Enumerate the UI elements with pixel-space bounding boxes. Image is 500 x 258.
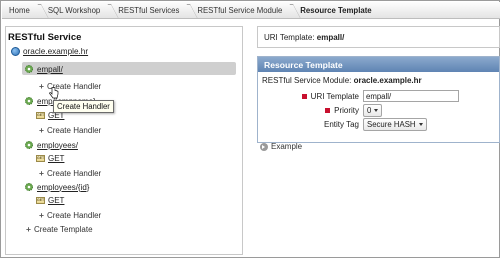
create-handler-label: Create Handler — [46, 168, 102, 178]
tree-handler-label: GET — [48, 154, 65, 163]
tree-root-label: oracle.example.hr — [23, 47, 89, 56]
tree-handler-label: GET — [48, 196, 65, 205]
module-row: RESTful Service Module: oracle.example.h… — [262, 76, 422, 85]
example-toggle[interactable]: Example — [260, 142, 302, 151]
create-handler-link[interactable]: + Create Handler — [39, 125, 101, 135]
hand-cursor-icon — [49, 87, 59, 99]
create-handler-link[interactable]: + Create Handler — [39, 210, 101, 220]
expand-icon — [260, 142, 268, 151]
window: Home SQL Workshop RESTful Services RESTf… — [0, 0, 500, 258]
plus-icon: + — [26, 224, 31, 234]
uri-template-row: URI Template empall/ — [262, 90, 459, 102]
breadcrumb-resource-template: Resource Template — [300, 5, 372, 15]
chevron-down-icon — [418, 123, 423, 126]
plus-icon: + — [39, 210, 44, 220]
tree-handler-get[interactable]: GET GET — [36, 154, 64, 163]
tree-root-module[interactable]: oracle.example.hr — [11, 47, 88, 56]
create-handler-label: Create Handler — [46, 210, 102, 220]
module-value: oracle.example.hr — [353, 76, 422, 85]
tree-handler-get[interactable]: GET GET — [36, 196, 64, 205]
uri-template-input[interactable]: empall/ — [363, 90, 459, 102]
uri-bar-value: empall/ — [316, 32, 345, 42]
entity-tag-label: Entity Tag — [324, 120, 359, 129]
tree-template-empall[interactable]: empall/ — [24, 64, 63, 74]
resource-template-region: Resource Template RESTful Service Module… — [257, 56, 500, 143]
module-label: RESTful Service Module: — [262, 76, 352, 85]
create-template-label: Create Template — [33, 224, 93, 234]
tree-template-label: empall/ — [37, 64, 63, 74]
entity-tag-value: Secure HASH — [367, 120, 416, 129]
plus-icon: + — [39, 81, 44, 91]
priority-row: Priority 0 — [262, 104, 383, 117]
breadcrumb-sql-workshop[interactable]: SQL Workshop — [41, 2, 111, 18]
priority-select[interactable]: 0 — [363, 104, 383, 117]
priority-label: Priority — [334, 106, 359, 115]
priority-value: 0 — [367, 106, 372, 115]
gear-icon — [25, 141, 33, 149]
required-icon — [325, 108, 331, 113]
gear-icon — [25, 183, 33, 191]
uri-template-label: URI Template — [310, 91, 359, 101]
uri-template-label-wrap: URI Template — [262, 92, 359, 101]
entity-tag-row: Entity Tag Secure HASH — [262, 118, 427, 131]
breadcrumb-home[interactable]: Home — [2, 2, 41, 18]
tree-panel: RESTful Service oracle.example.hr empall… — [5, 26, 243, 255]
gear-icon — [25, 97, 33, 105]
chevron-down-icon — [374, 109, 379, 112]
get-handler-icon: GET — [36, 112, 45, 119]
get-handler-icon: GET — [36, 197, 45, 204]
globe-icon — [11, 47, 20, 56]
priority-label-wrap: Priority — [262, 106, 359, 115]
tree-title: RESTful Service — [8, 32, 82, 43]
tree-template-label: employees/{id} — [37, 182, 90, 192]
plus-icon: + — [39, 125, 44, 135]
create-template-link[interactable]: + Create Template — [26, 224, 93, 234]
breadcrumb-restful-services[interactable]: RESTful Services — [111, 2, 190, 18]
example-label: Example — [271, 142, 303, 151]
create-handler-label: Create Handler — [46, 125, 102, 135]
region-header: Resource Template — [258, 57, 499, 72]
breadcrumb-restful-service-module[interactable]: RESTful Service Module — [190, 2, 293, 18]
tree-template-label: employees/ — [37, 140, 78, 150]
tree-template-employees[interactable]: employees/ — [24, 140, 78, 150]
get-handler-icon: GET — [36, 155, 45, 162]
uri-bar-label: URI Template: — [264, 32, 315, 42]
required-icon — [301, 93, 307, 99]
gear-icon — [25, 65, 33, 73]
create-handler-link[interactable]: + Create Handler — [39, 168, 101, 178]
tree-template-employees-id[interactable]: employees/{id} — [24, 182, 89, 192]
entity-tag-select[interactable]: Secure HASH — [363, 118, 427, 131]
uri-template-bar: URI Template: empall/ — [257, 26, 500, 48]
plus-icon: + — [39, 168, 44, 178]
create-handler-tooltip: Create Handler — [53, 100, 114, 113]
breadcrumb: Home SQL Workshop RESTful Services RESTf… — [2, 2, 500, 19]
